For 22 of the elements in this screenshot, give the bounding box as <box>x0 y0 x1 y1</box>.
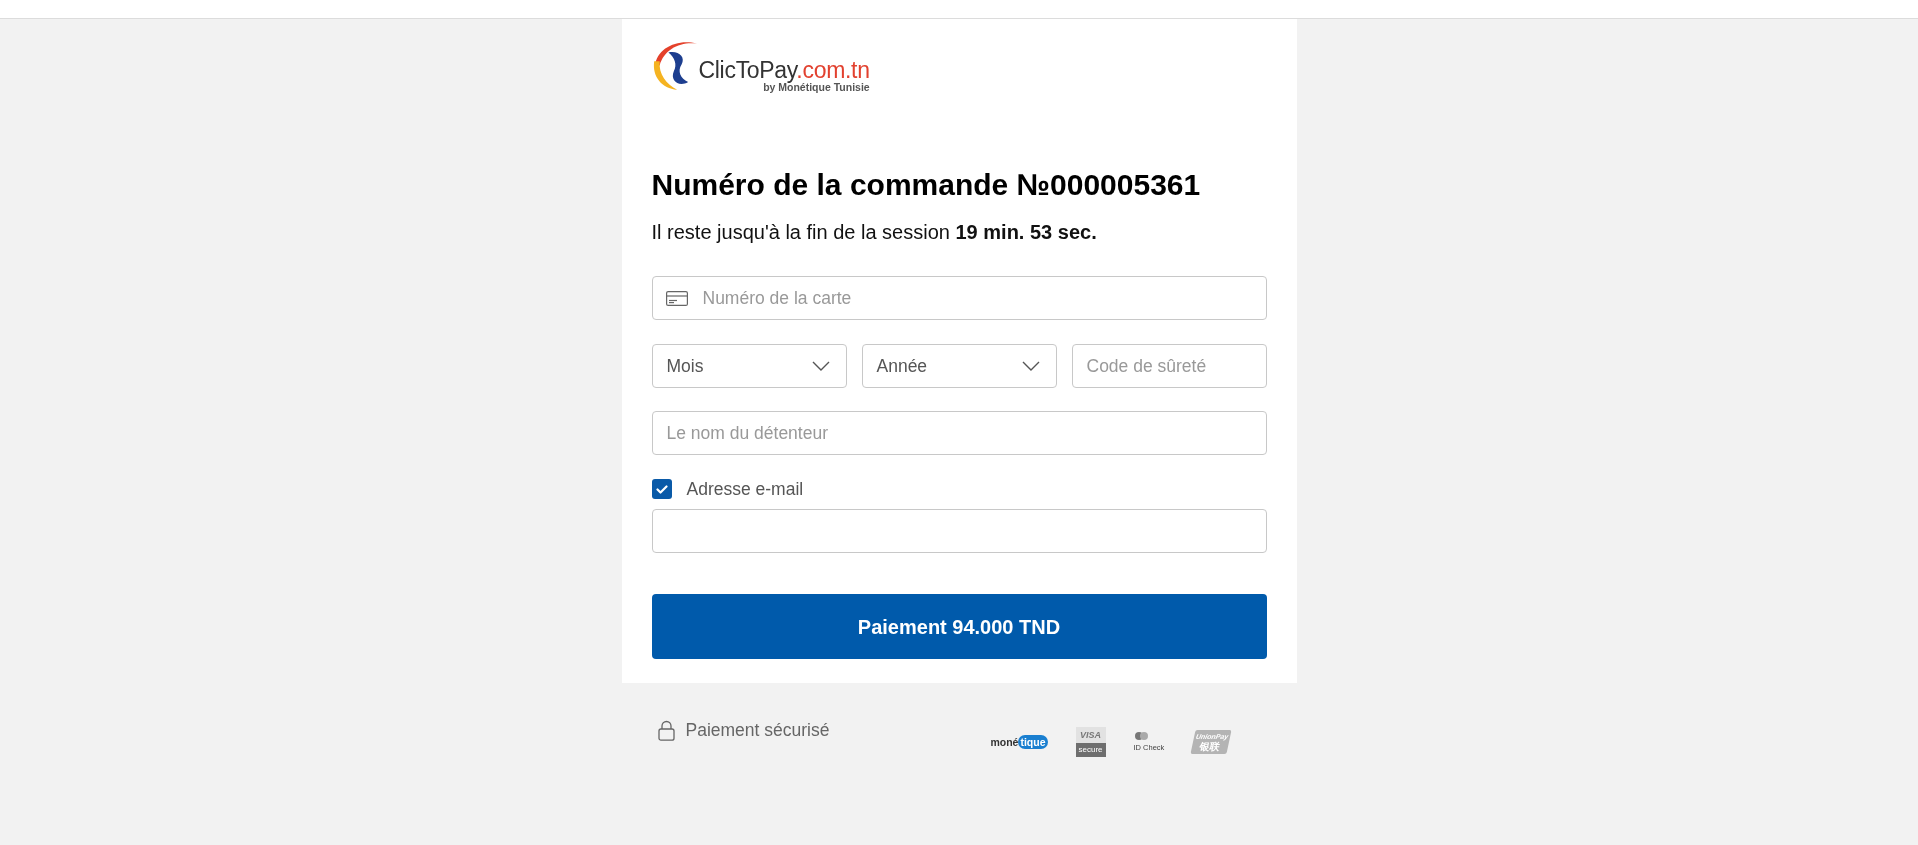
security-code-field[interactable]: Code de sûreté <box>1071 344 1267 388</box>
card-number-field[interactable]: Numéro de la carte <box>651 276 1267 320</box>
email-field[interactable] <box>651 509 1267 553</box>
logo-tagline: by Monétique Tunisie <box>763 82 870 93</box>
email-option-label[interactable]: Adresse e-mail <box>686 479 804 499</box>
pay-button[interactable]: Paiement 94.000 TND <box>651 594 1267 659</box>
email-checkbox[interactable] <box>651 479 672 499</box>
order-title: Numéro de la commande №000005361 <box>651 169 1202 201</box>
checkmark-icon <box>655 484 668 494</box>
session-timer-text: Il reste jusqu'à la fin de la session 19 min. 53 sec. <box>651 220 1098 244</box>
credit-card-icon <box>665 291 688 306</box>
chevron-down-icon <box>811 361 830 371</box>
secure-payment-label: Paiement sécurisé <box>685 718 830 742</box>
year-select[interactable]: Année <box>861 344 1057 388</box>
visa-secure-logo: VISA secure <box>1075 727 1106 757</box>
lock-icon <box>657 719 675 741</box>
month-select[interactable]: Mois <box>651 344 847 388</box>
logo-wordmark: ClicToPay.com.tn <box>698 57 870 83</box>
monetique-logo: moné tique <box>990 734 1048 751</box>
overlapping-circles-icon <box>1134 732 1148 740</box>
chevron-down-icon <box>1021 361 1040 371</box>
cardholder-name-field[interactable]: Le nom du détenteur <box>651 411 1267 455</box>
